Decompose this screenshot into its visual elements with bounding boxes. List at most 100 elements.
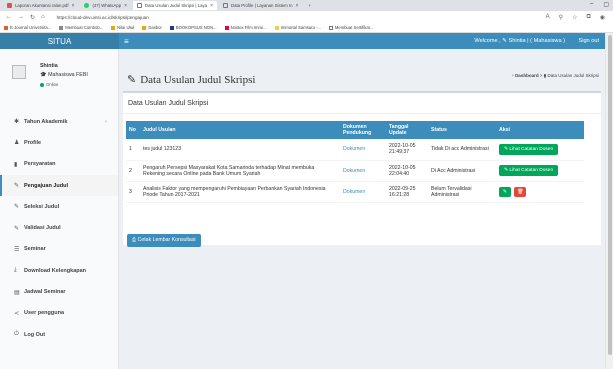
content-area: ✎ Data Usulan Judul Skripsi ◔ Dashboard >… [119,49,605,369]
sidebar-item-seminar[interactable]: ☰ Seminar [0,239,118,260]
usulan-table: No Judul Usulan Dokumen Pendukung Tangga… [126,121,584,203]
pdf-icon [7,3,12,8]
read-aloud-icon[interactable]: A [546,14,550,21]
bookmark[interactable]: BOOKOPSUS NON... [169,25,217,30]
dokumen-link[interactable]: Dokumen [340,160,386,182]
reload-icon[interactable]: ↻ [30,14,35,21]
profile-icon[interactable]: ◉ [600,14,605,21]
delete-button[interactable]: 🗑 [514,186,527,197]
close-icon[interactable]: × [72,3,75,9]
bookmark-label: Dasbor [148,25,162,30]
sidebar-item-log-out[interactable]: ⏻ Log Out [0,324,118,345]
zoom-icon[interactable]: ⚲ [559,14,563,21]
url-field[interactable]: https://cloud-dev.uinsi.ac.id/skripsi/pe… [57,15,149,20]
sidebar-item-persyaratan[interactable]: ▮ Persyaratan [0,154,118,175]
pencil-icon: ✎ [504,146,509,152]
bookmark-label: Membuat Sertifikat... [334,25,374,30]
bookmark-label: Nilai Ulwi [117,25,135,30]
bookmark-label: E-Journal Universita... [10,25,52,30]
bookmark[interactable]: Nilai Ulwi [111,25,134,30]
sidebar-toggle-icon[interactable]: ≡ [124,37,129,46]
home-icon[interactable]: ⌂ [41,14,45,20]
sidebar-item-user-pengguna[interactable]: ≺ User pengguna [0,303,118,324]
sidebar-item-label: Log Out [24,331,46,338]
power-icon: ⏻ [14,331,19,338]
user-role-label: Mahasiswa FEBI [48,72,88,78]
lihat-catatan-button[interactable]: ✎ Lihat Catatan Dosen [499,143,559,155]
cell-judul: Analisis Faktor yang mempengaruhi Pembia… [140,181,340,203]
tab-label: Laporan Akuntansi ralan.pdf [15,3,69,8]
browser-tab-4[interactable]: Data Profile | Layanan Sistem In × [219,1,302,10]
col-dokumen: Dokumen Pendukung [343,124,372,136]
close-icon[interactable]: × [124,3,127,9]
breadcrumb-home[interactable]: Dashboard [515,73,539,78]
signout-link[interactable]: Sign out [578,38,599,44]
collections-icon[interactable]: ⧉ [586,14,590,21]
scrollbar[interactable] [605,33,613,369]
lihat-catatan-button[interactable]: ✎ Lihat Catatan Dosen [499,165,559,176]
bookmark[interactable]: E-Journal Universita... [4,25,51,30]
sidebar-item-validasi-judul[interactable]: ✎ Validasi Judul [0,217,118,238]
print-konsultasi-button[interactable]: ⎙ Cetak Lembar Konsultasi [127,234,201,247]
minimize-icon[interactable]: – [590,1,593,8]
browser-tab-1[interactable]: Laporan Akuntansi ralan.pdf × [3,1,78,10]
cell-status: Di Acc Administrasi [428,160,496,182]
bookmark[interactable]: Dasbor [142,25,162,30]
sidebar-item-label: User pengguna [24,310,65,317]
table-row: 2 Pengaruh Persepsi Masyarakat Kota Sama… [126,160,584,182]
maximize-icon[interactable]: ▢ [603,1,609,8]
favorite-icon[interactable]: ☆ [572,14,577,21]
sidebar-item-seleksi-judul[interactable]: ✎ Seleksi Judul [0,196,118,217]
cell-aksi: ✎ Lihat Catatan Dosen [496,139,584,161]
dokumen-link[interactable]: Dokumen [340,181,386,203]
cell-no: 2 [126,160,140,182]
bookmark-icon [328,25,333,30]
sidebar-item-download-kelengkapan[interactable]: ⤓ Download Kelengkapan [0,260,118,281]
bookmark-label: BOOKOPSUS NON... [175,25,217,30]
button-label: Lihat Catatan Dosen [509,168,554,173]
welcome-user-link[interactable]: Welcome , ✎ Shintia | ( Mahasiswa ) [474,38,565,44]
sidebar-item-label: Seleksi Judul [24,203,60,210]
pencil-icon: ✎ [504,168,509,173]
close-icon[interactable]: × [210,3,213,9]
back-icon[interactable]: ← [6,14,12,20]
cell-status: Tidak Di acc Administrasi [428,139,496,161]
edit-button[interactable]: ✎ [499,186,511,197]
pencil-icon: ✎ [14,225,20,232]
avatar [12,65,26,79]
bookmark-icon [274,25,279,30]
col-aksi: Aksi [499,127,510,133]
bookmark[interactable]: Immortal Samsara -... [274,25,321,30]
box-title: Data Usulan Judul Skripsi [128,100,209,107]
tab-label: (47) WhatsApp [92,3,122,8]
forward-icon[interactable]: → [18,14,24,20]
list-icon: ☰ [14,246,20,253]
cell-tanggal: 2022-09-25 16:21:28 [386,181,428,203]
user-status-label: Online [46,82,59,87]
sidebar-item-tahun-akademik[interactable]: ✱ Tahun Akademik ‹ [0,111,118,132]
new-tab-button[interactable]: + [304,1,315,10]
bookmark[interactable]: Nostex Film Imroi... [224,25,267,30]
breadcrumb-current: Data Usulan Judul Skripsi [547,73,599,78]
sidebar-item-profile[interactable]: ♟ Profile [0,132,118,153]
whatsapp-icon [84,3,90,8]
browser-tab-3[interactable]: Data Usulan Judul Skripsi | Laya × [133,1,217,10]
brand-logo[interactable]: SITUA [0,33,119,49]
sidebar-item-label: Seminar [24,246,46,253]
button-label: Cetak Lembar Konsultasi [137,237,196,243]
scrollbar-thumb[interactable] [608,35,612,355]
pencil-icon: ✎ [14,183,20,190]
close-icon[interactable]: × [296,3,299,9]
browser-tab-2[interactable]: (47) WhatsApp × [80,1,131,10]
dokumen-link[interactable]: Dokumen [340,139,386,161]
bookmark-icon [142,25,147,30]
bookmark-icon [169,25,174,30]
sidebar-item-label: Persyaratan [24,161,56,168]
bookmark[interactable]: Membuat Sertifikat... [328,25,374,30]
content-header: ✎ Data Usulan Judul Skripsi ◔ Dashboard >… [119,49,605,90]
bookmark[interactable]: Membuat Combob... [59,25,103,30]
sidebar-item-pengajuan-judul[interactable]: ✎ Pengajuan Judul [0,174,118,197]
user-role: 🎓 Mahasiswa FEBI [40,72,88,78]
sidebar-item-jadwal-seminar[interactable]: ▤ Jadwal Seminar [0,281,118,302]
bookmark-label: Immortal Samsara -... [280,25,321,30]
